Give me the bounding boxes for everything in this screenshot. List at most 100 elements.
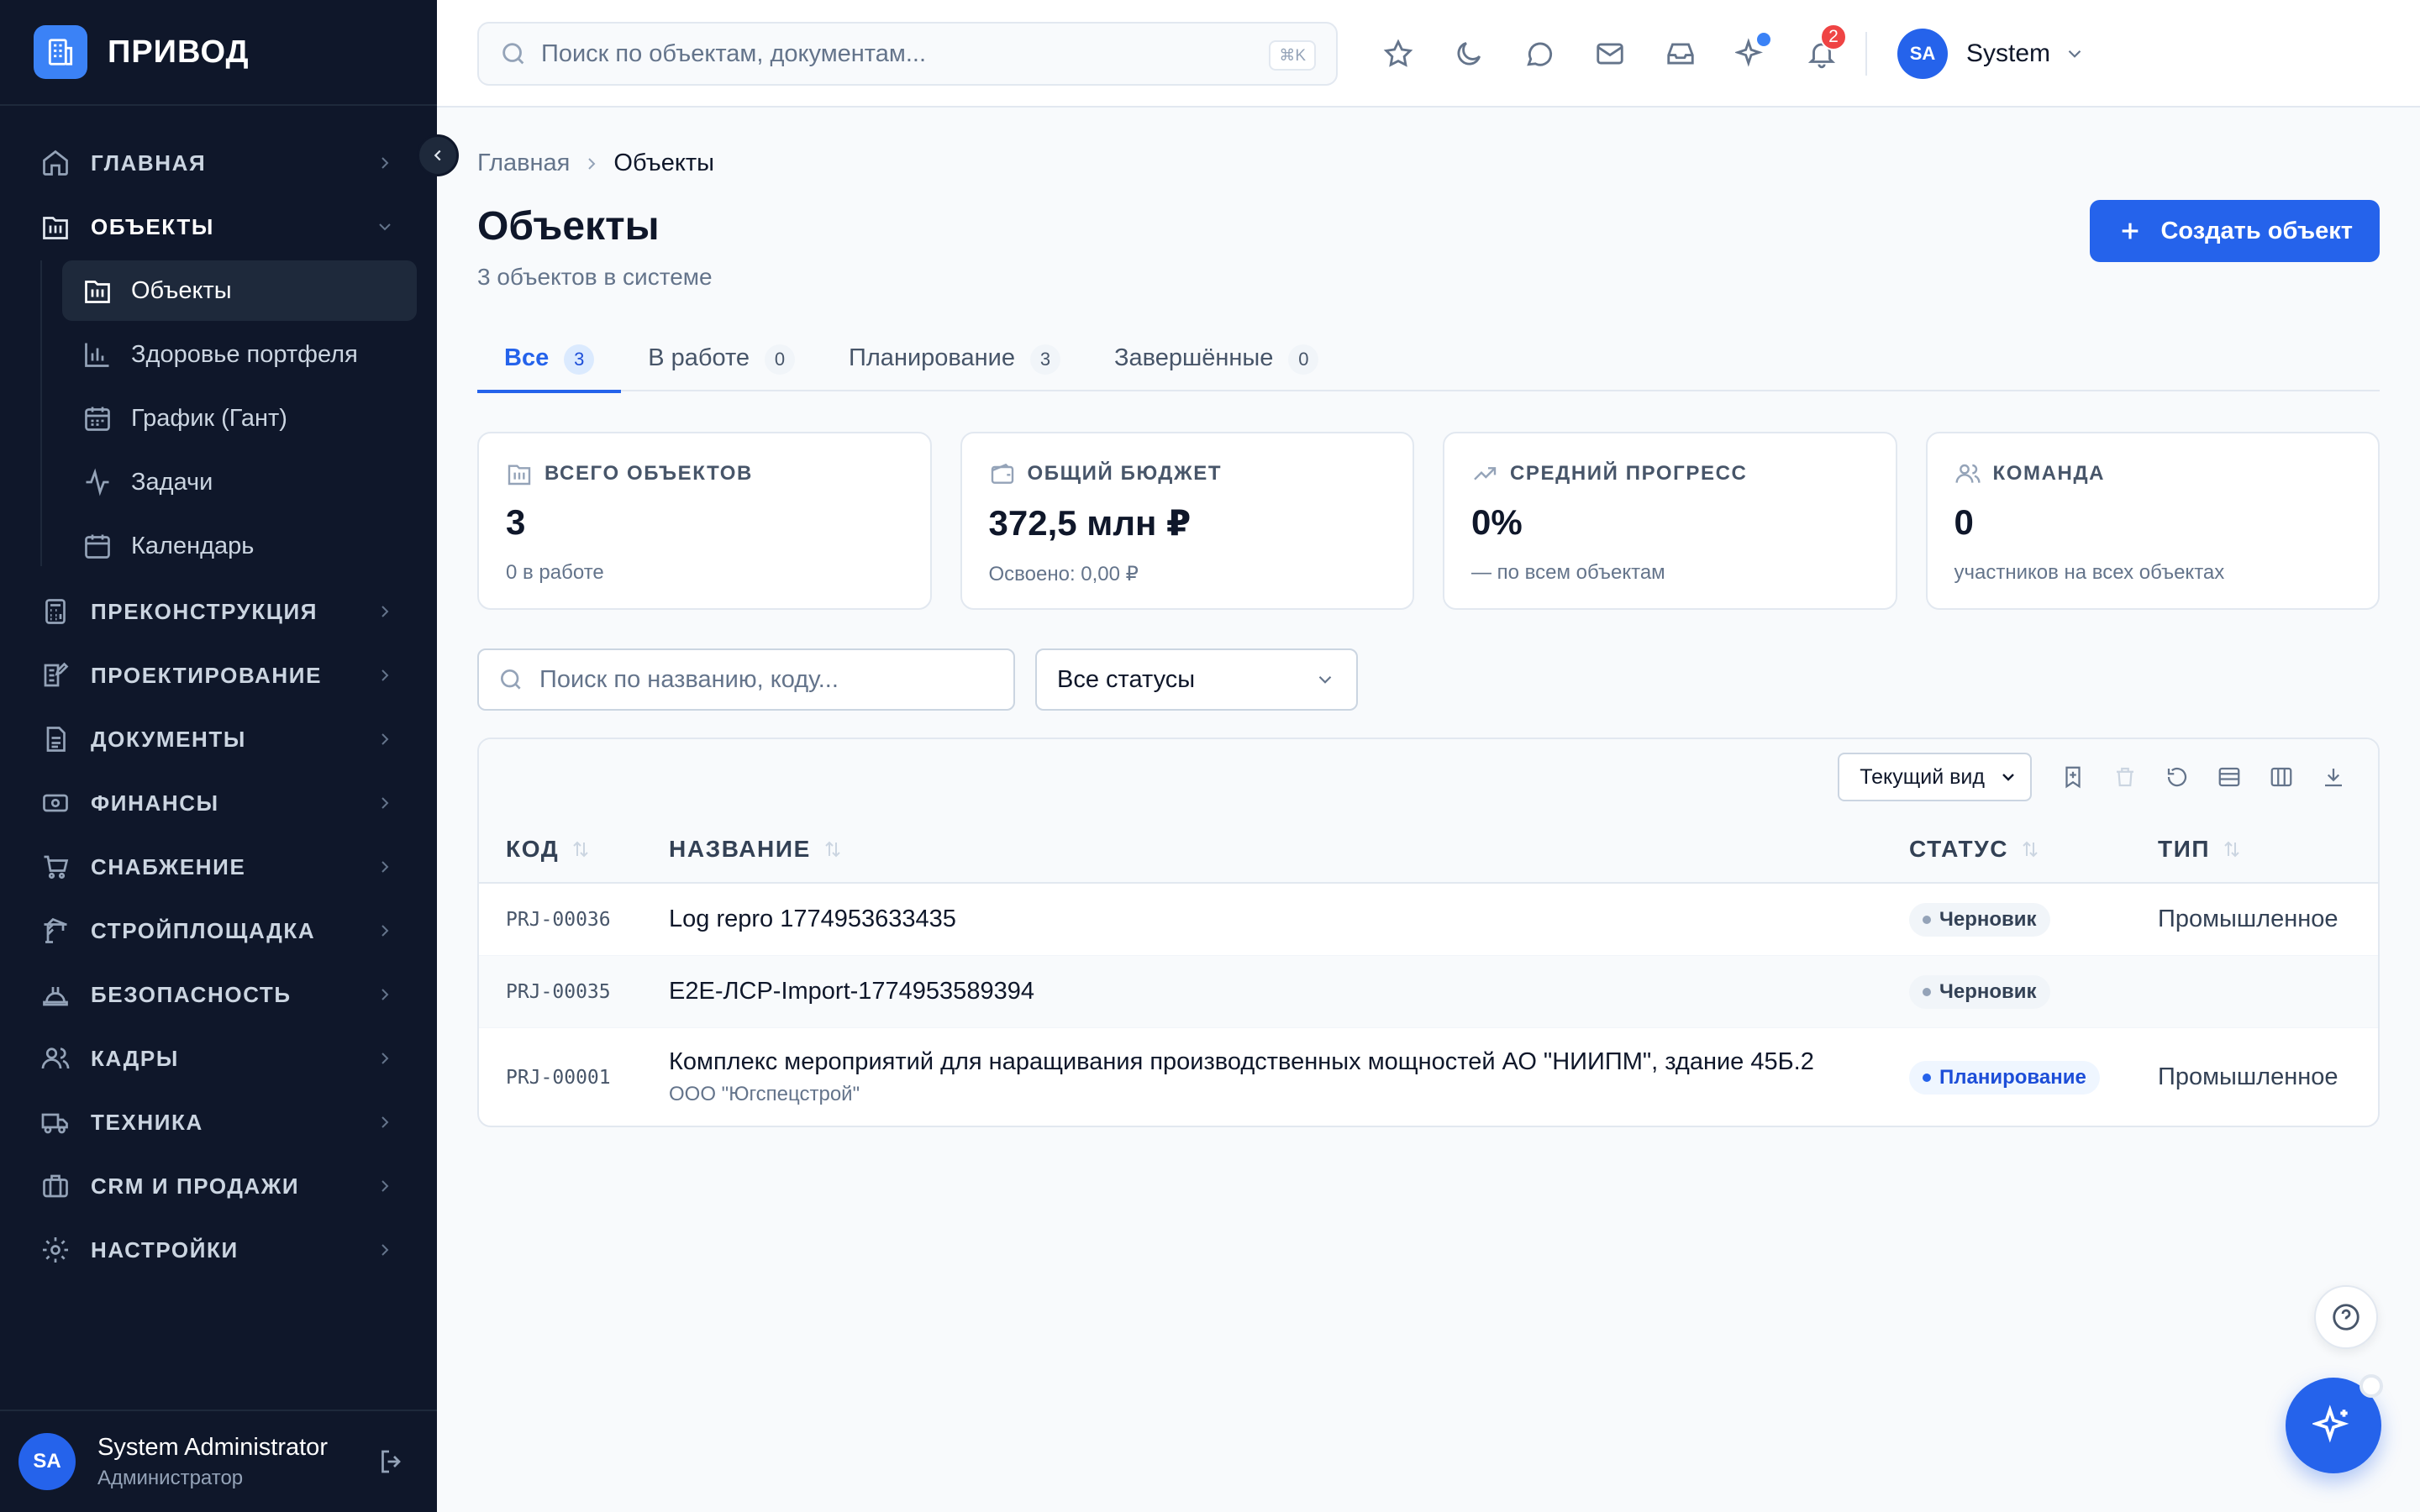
global-search[interactable]: ⌘K [477,22,1338,86]
stat-card-team: КОМАНДА 0 участников на всех объектах [1925,432,2380,610]
user-menu[interactable]: SA System [1897,29,2086,79]
brand-name: ПРИВОД [108,34,250,70]
sidebar-subitem-tasks[interactable]: Задачи [62,452,417,512]
table-row[interactable]: PRJ-00035 E2E-ЛСР-Import-1774953589394 Ч… [479,956,2378,1028]
sidebar-item-procurement[interactable]: СНАБЖЕНИЕ [0,835,437,899]
blueprint-icon [44,662,69,687]
column-header-type[interactable]: ТИП [2158,815,2242,884]
sidebar-collapse-button[interactable] [417,134,459,176]
object-name[interactable]: E2E-ЛСР-Import-1774953589394 [669,978,1034,1005]
view-select[interactable]: Текущий вид [1838,753,2032,801]
gear-icon [43,1237,68,1263]
create-object-button[interactable]: Создать объект [2090,200,2380,262]
tab-planning[interactable]: Планирование 3 [822,331,1087,391]
stat-label: СРЕДНИЙ ПРОГРЕСС [1510,462,1748,485]
truck-icon [41,1113,68,1134]
tab-completed[interactable]: Завершённые 0 [1087,331,1345,391]
logout-icon[interactable] [376,1446,407,1477]
tab-count: 3 [1029,344,1060,375]
avatar[interactable]: SA [18,1433,76,1490]
reset-view-button[interactable] [2151,753,2203,801]
notifications-button[interactable]: 2 [1795,24,1849,81]
chevron-left-icon [434,150,441,161]
sidebar-subitem-label: Объекты [131,276,232,304]
topbar-actions: 2 [1371,24,1865,81]
theme-toggle[interactable] [1442,27,1496,81]
table-row[interactable]: PRJ-00036 Log repro 1774953633435 Чернов… [479,884,2378,956]
activity-icon [86,468,109,496]
trend-icon [1474,467,1497,480]
chat-button[interactable] [1512,27,1566,81]
global-search-input[interactable] [541,39,1213,68]
chevron-right-icon [381,157,389,169]
calculator-icon [45,599,66,624]
cell-type: Промышленное [2158,1063,2338,1090]
tab-in-progress[interactable]: В работе 0 [621,331,822,391]
objects-search[interactable] [477,648,1015,711]
table-row[interactable]: PRJ-00001 Комплекс мероприятий для наращ… [479,1028,2378,1126]
stat-label: КОМАНДА [1992,462,2106,485]
stat-card-budget: ОБЩИЙ БЮДЖЕТ 372,5 млн ₽ Освоено: 0,00 ₽ [960,432,1414,610]
sidebar-item-equipment[interactable]: ТЕХНИКА [0,1090,437,1154]
sidebar-item-finance[interactable]: ФИНАНСЫ [0,771,437,835]
sidebar-nav: ГЛАВНАЯ ОБЪЕКТЫ Объекты Здоровье портфел… [0,106,437,1282]
sidebar-item-documents[interactable]: ДОКУМЕНТЫ [0,707,437,771]
inbox-button[interactable] [1654,27,1707,81]
stat-value: 0 [1954,502,1974,542]
column-header-status[interactable]: СТАТУС [1909,815,2040,884]
tab-label: Завершённые [1113,344,1274,371]
sidebar-subitem-objects[interactable]: Объекты [62,260,417,321]
export-button[interactable] [2307,753,2360,801]
ai-fab-indicator [2360,1374,2383,1398]
brand[interactable]: ПРИВОД [0,0,437,106]
breadcrumb-home[interactable]: Главная [477,150,570,177]
briefcase-icon [43,1174,68,1198]
columns-button[interactable] [2255,753,2307,801]
density-button[interactable] [2203,753,2255,801]
sidebar-item-label: ОБЪЕКТЫ [91,213,214,239]
object-name[interactable]: Log repro 1774953633435 [669,906,956,933]
page-title: Объекты [477,204,660,249]
sidebar-item-objects[interactable]: ОБЪЕКТЫ [0,195,437,259]
status-label: Планирование [1939,1065,2086,1089]
column-header-code[interactable]: КОД [506,815,591,884]
column-header-label: СТАТУС [1909,836,2009,862]
sidebar-item-design[interactable]: ПРОЕКТИРОВАНИЕ [0,643,437,707]
building-icon [85,281,110,303]
favorites-button[interactable] [1371,27,1425,81]
tab-count: 3 [564,344,595,375]
sidebar-item-preconstruction[interactable]: ПРЕКОНСТРУКЦИЯ [0,580,437,643]
save-view-button[interactable] [2047,753,2099,801]
stats-cards: ВСЕГО ОБЪЕКТОВ 3 0 в работе ОБЩИЙ БЮДЖЕТ… [477,432,2380,610]
column-header-name[interactable]: НАЗВАНИЕ [669,815,843,884]
help-circle-icon [2333,1304,2360,1331]
objects-search-input[interactable] [539,665,993,694]
sidebar-subitem-gantt[interactable]: График (Гант) [62,388,417,449]
sidebar-item-settings[interactable]: НАСТРОЙКИ [0,1218,437,1282]
sidebar-item-safety[interactable]: БЕЗОПАСНОСТЬ [0,963,437,1026]
sidebar-item-crm[interactable]: CRM И ПРОДАЖИ [0,1154,437,1218]
cell-status: Планирование [1909,1028,2100,1126]
tab-label: Все [504,344,550,371]
cell-type: Промышленное [2158,906,2338,932]
mail-button[interactable] [1583,27,1637,81]
cell-status: Черновик [1909,884,2050,955]
inbox-icon [1667,43,1694,65]
chevron-right-icon [381,861,389,873]
status-filter-select[interactable]: Все статусы [1035,648,1358,711]
sidebar-subitem-calendar[interactable]: Календарь [62,516,417,576]
sidebar-item-home[interactable]: ГЛАВНАЯ [0,131,437,195]
ai-assistant-button[interactable] [1724,27,1778,81]
bar-chart-icon [85,343,109,367]
delete-view-button[interactable] [2099,753,2151,801]
tab-count: 0 [1288,344,1319,375]
sidebar-subnav: Объекты Здоровье портфеля График (Гант) … [40,260,437,576]
sidebar: ПРИВОД ГЛАВНАЯ ОБЪЕКТЫ Объекты Здоровье … [0,0,437,1512]
sidebar-item-hr[interactable]: КАДРЫ [0,1026,437,1090]
chat-icon [1527,42,1553,66]
sidebar-item-site[interactable]: СТРОЙПЛОЩАДКА [0,899,437,963]
tab-all[interactable]: Все 3 [477,331,622,393]
help-button[interactable] [2314,1285,2378,1349]
sidebar-subitem-portfolio-health[interactable]: Здоровье портфеля [62,324,417,385]
object-name[interactable]: Комплекс мероприятий для наращивания про… [669,1048,1814,1076]
